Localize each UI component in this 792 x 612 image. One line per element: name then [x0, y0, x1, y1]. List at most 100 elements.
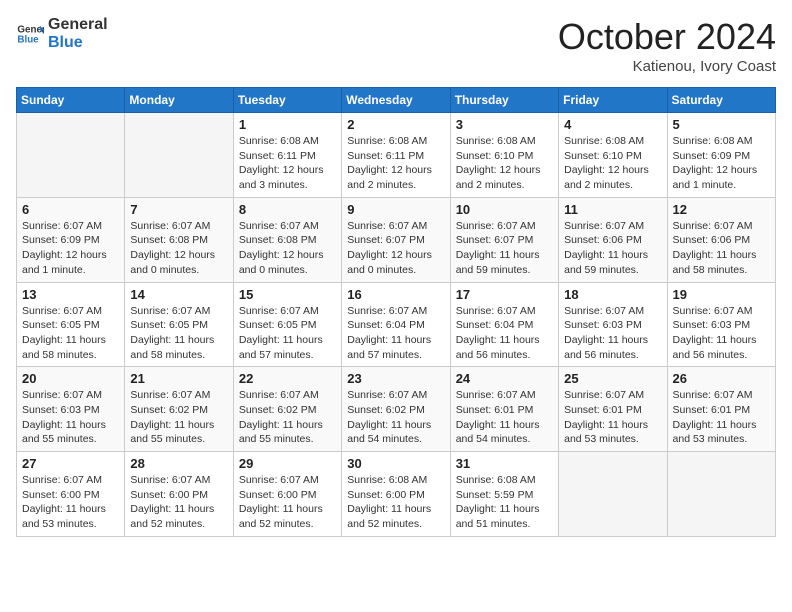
- day-number: 6: [22, 202, 119, 217]
- day-info: Sunrise: 6:07 AM Sunset: 6:09 PM Dayligh…: [22, 219, 119, 278]
- calendar-cell: 8 Sunrise: 6:07 AM Sunset: 6:08 PM Daylig…: [233, 197, 341, 282]
- day-number: 21: [130, 371, 227, 386]
- day-number: 1: [239, 117, 336, 132]
- calendar-cell: 20 Sunrise: 6:07 AM Sunset: 6:03 PM Dayli…: [17, 367, 125, 452]
- day-number: 23: [347, 371, 444, 386]
- month-title: October 2024: [558, 16, 776, 58]
- calendar-cell: [667, 452, 775, 537]
- day-info: Sunrise: 6:07 AM Sunset: 6:08 PM Dayligh…: [130, 219, 227, 278]
- logo-icon: General Blue: [16, 20, 44, 48]
- day-number: 20: [22, 371, 119, 386]
- calendar-cell: 30Sunrise: 6:08 AM Sunset: 6:00 PM Dayli…: [342, 452, 450, 537]
- calendar-cell: [559, 452, 667, 537]
- weekday-header: Monday: [125, 88, 233, 113]
- location-subtitle: Katienou, Ivory Coast: [558, 58, 776, 75]
- day-number: 13: [22, 287, 119, 302]
- calendar-cell: 22 Sunrise: 6:07 AM Sunset: 6:02 PM Dayli…: [233, 367, 341, 452]
- calendar-cell: 11 Sunrise: 6:07 AM Sunset: 6:06 PM Dayli…: [559, 197, 667, 282]
- day-number: 24: [456, 371, 553, 386]
- day-number: 26: [673, 371, 770, 386]
- day-number: 16: [347, 287, 444, 302]
- calendar-cell: 27Sunrise: 6:07 AM Sunset: 6:00 PM Dayli…: [17, 452, 125, 537]
- day-number: 4: [564, 117, 661, 132]
- day-number: 15: [239, 287, 336, 302]
- weekday-header: Saturday: [667, 88, 775, 113]
- day-info: Sunrise: 6:07 AM Sunset: 6:00 PM Dayligh…: [130, 473, 227, 532]
- weekday-header-row: SundayMondayTuesdayWednesdayThursdayFrid…: [17, 88, 776, 113]
- day-info: Sunrise: 6:07 AM Sunset: 6:02 PM Dayligh…: [239, 388, 336, 447]
- calendar-cell: 24 Sunrise: 6:07 AM Sunset: 6:01 PM Dayli…: [450, 367, 558, 452]
- page-header: General Blue General Blue October 2024 K…: [16, 16, 776, 75]
- day-info: Sunrise: 6:07 AM Sunset: 6:06 PM Dayligh…: [564, 219, 661, 278]
- calendar-cell: 1Sunrise: 6:08 AM Sunset: 6:11 PM Daylig…: [233, 113, 341, 198]
- calendar-cell: 12 Sunrise: 6:07 AM Sunset: 6:06 PM Dayli…: [667, 197, 775, 282]
- calendar-cell: 7Sunrise: 6:07 AM Sunset: 6:08 PM Daylig…: [125, 197, 233, 282]
- day-info: Sunrise: 6:08 AM Sunset: 6:10 PM Dayligh…: [564, 134, 661, 193]
- day-number: 3: [456, 117, 553, 132]
- day-number: 25: [564, 371, 661, 386]
- day-number: 2: [347, 117, 444, 132]
- day-info: Sunrise: 6:07 AM Sunset: 6:03 PM Dayligh…: [564, 304, 661, 363]
- calendar-cell: 2 Sunrise: 6:08 AM Sunset: 6:11 PM Daylig…: [342, 113, 450, 198]
- calendar-cell: 15Sunrise: 6:07 AM Sunset: 6:05 PM Dayli…: [233, 282, 341, 367]
- day-info: Sunrise: 6:08 AM Sunset: 5:59 PM Dayligh…: [456, 473, 553, 532]
- day-info: Sunrise: 6:07 AM Sunset: 6:03 PM Dayligh…: [673, 304, 770, 363]
- weekday-header: Wednesday: [342, 88, 450, 113]
- day-number: 5: [673, 117, 770, 132]
- day-number: 9: [347, 202, 444, 217]
- day-info: Sunrise: 6:07 AM Sunset: 6:01 PM Dayligh…: [456, 388, 553, 447]
- calendar-cell: 21Sunrise: 6:07 AM Sunset: 6:02 PM Dayli…: [125, 367, 233, 452]
- day-number: 8: [239, 202, 336, 217]
- day-info: Sunrise: 6:07 AM Sunset: 6:00 PM Dayligh…: [22, 473, 119, 532]
- logo-text: General Blue: [48, 16, 108, 51]
- calendar-cell: 13 Sunrise: 6:07 AM Sunset: 6:05 PM Dayli…: [17, 282, 125, 367]
- svg-text:Blue: Blue: [17, 34, 39, 45]
- calendar-cell: 19Sunrise: 6:07 AM Sunset: 6:03 PM Dayli…: [667, 282, 775, 367]
- calendar-cell: 17 Sunrise: 6:07 AM Sunset: 6:04 PM Dayli…: [450, 282, 558, 367]
- day-info: Sunrise: 6:07 AM Sunset: 6:07 PM Dayligh…: [347, 219, 444, 278]
- calendar-week-row: 1 Sunrise: 6:08 AM Sunset: 6:11 PM Daylig…: [17, 113, 776, 198]
- day-info: Sunrise: 6:07 AM Sunset: 6:05 PM Dayligh…: [22, 304, 119, 363]
- day-number: 31: [456, 456, 553, 471]
- day-number: 17: [456, 287, 553, 302]
- calendar-cell: 28Sunrise: 6:07 AM Sunset: 6:00 PM Dayli…: [125, 452, 233, 537]
- calendar-cell: 31 Sunrise: 6:08 AM Sunset: 5:59 PM Dayli…: [450, 452, 558, 537]
- calendar-cell: 4 Sunrise: 6:08 AM Sunset: 6:10 PM Daylig…: [559, 113, 667, 198]
- day-info: Sunrise: 6:07 AM Sunset: 6:01 PM Dayligh…: [564, 388, 661, 447]
- day-number: 10: [456, 202, 553, 217]
- calendar-week-row: 6 Sunrise: 6:07 AM Sunset: 6:09 PM Daylig…: [17, 197, 776, 282]
- calendar-cell: 10Sunrise: 6:07 AM Sunset: 6:07 PM Dayli…: [450, 197, 558, 282]
- day-info: Sunrise: 6:07 AM Sunset: 6:03 PM Dayligh…: [22, 388, 119, 447]
- calendar-cell: 6 Sunrise: 6:07 AM Sunset: 6:09 PM Daylig…: [17, 197, 125, 282]
- day-info: Sunrise: 6:07 AM Sunset: 6:00 PM Dayligh…: [239, 473, 336, 532]
- day-info: Sunrise: 6:07 AM Sunset: 6:04 PM Dayligh…: [456, 304, 553, 363]
- calendar-cell: 23 Sunrise: 6:07 AM Sunset: 6:02 PM Dayli…: [342, 367, 450, 452]
- day-info: Sunrise: 6:07 AM Sunset: 6:02 PM Dayligh…: [347, 388, 444, 447]
- day-info: Sunrise: 6:07 AM Sunset: 6:06 PM Dayligh…: [673, 219, 770, 278]
- weekday-header: Sunday: [17, 88, 125, 113]
- weekday-header: Friday: [559, 88, 667, 113]
- calendar-cell: [125, 113, 233, 198]
- day-info: Sunrise: 6:07 AM Sunset: 6:04 PM Dayligh…: [347, 304, 444, 363]
- weekday-header: Tuesday: [233, 88, 341, 113]
- day-info: Sunrise: 6:07 AM Sunset: 6:08 PM Dayligh…: [239, 219, 336, 278]
- day-info: Sunrise: 6:07 AM Sunset: 6:05 PM Dayligh…: [130, 304, 227, 363]
- logo: General Blue General Blue: [16, 16, 108, 51]
- calendar-cell: 29Sunrise: 6:07 AM Sunset: 6:00 PM Dayli…: [233, 452, 341, 537]
- day-number: 22: [239, 371, 336, 386]
- title-block: October 2024 Katienou, Ivory Coast: [558, 16, 776, 75]
- day-info: Sunrise: 6:08 AM Sunset: 6:10 PM Dayligh…: [456, 134, 553, 193]
- day-number: 11: [564, 202, 661, 217]
- day-info: Sunrise: 6:08 AM Sunset: 6:09 PM Dayligh…: [673, 134, 770, 193]
- calendar-cell: 5 Sunrise: 6:08 AM Sunset: 6:09 PM Daylig…: [667, 113, 775, 198]
- calendar-cell: 16 Sunrise: 6:07 AM Sunset: 6:04 PM Dayli…: [342, 282, 450, 367]
- day-info: Sunrise: 6:08 AM Sunset: 6:11 PM Dayligh…: [347, 134, 444, 193]
- calendar-cell: 14Sunrise: 6:07 AM Sunset: 6:05 PM Dayli…: [125, 282, 233, 367]
- day-number: 18: [564, 287, 661, 302]
- calendar-week-row: 20 Sunrise: 6:07 AM Sunset: 6:03 PM Dayli…: [17, 367, 776, 452]
- calendar-week-row: 13 Sunrise: 6:07 AM Sunset: 6:05 PM Dayli…: [17, 282, 776, 367]
- calendar-cell: 25 Sunrise: 6:07 AM Sunset: 6:01 PM Dayli…: [559, 367, 667, 452]
- calendar-week-row: 27Sunrise: 6:07 AM Sunset: 6:00 PM Dayli…: [17, 452, 776, 537]
- day-number: 12: [673, 202, 770, 217]
- calendar-cell: 18 Sunrise: 6:07 AM Sunset: 6:03 PM Dayli…: [559, 282, 667, 367]
